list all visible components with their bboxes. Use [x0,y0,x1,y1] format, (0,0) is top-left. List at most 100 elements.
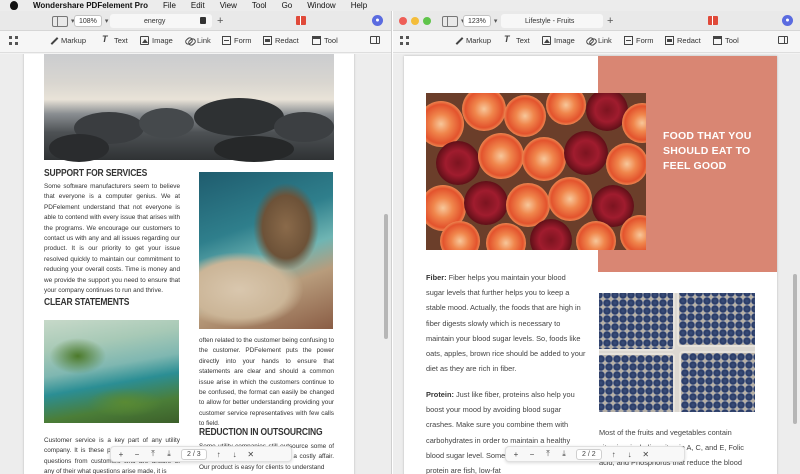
right-document-window: ▾ 123% ▾ Lifestyle - Fruits + ● Markup T… [393,11,800,474]
heading-reduction-outsourcing: REDUCTION IN OUTSOURCING [199,427,323,438]
pen-icon [49,36,58,45]
menu-go[interactable]: Go [282,1,293,10]
grid-icon [9,36,18,45]
close-window-button[interactable] [399,17,407,25]
tool-button[interactable]: Tool [312,36,338,45]
page-number-field[interactable]: 2 / 3 [181,448,207,460]
page-separator: / [192,450,195,458]
text-button[interactable]: Text [102,34,128,45]
zoom-in-button[interactable]: + [512,450,520,459]
minimize-window-button[interactable] [411,17,419,25]
total-pages: 3 [196,450,201,458]
form-button[interactable]: Form [222,36,252,45]
menu-file[interactable]: File [163,1,176,10]
close-navigator-button[interactable]: ✕ [642,450,650,459]
total-pages: 2 [591,450,596,458]
grid-icon [400,36,409,45]
prev-page-button[interactable]: ⤓ [560,449,568,459]
right-document-canvas[interactable]: FOOD THAT YOU SHOULD EAT TO FEEL GOOD Fi… [393,54,800,474]
menu-edit[interactable]: Edit [191,1,205,10]
left-scrollbar[interactable] [384,214,388,339]
up-arrow-button[interactable]: ↑ [610,450,618,459]
text-icon [102,34,111,45]
image-button[interactable]: Image [140,36,173,45]
zoom-in-button[interactable]: + [117,450,125,459]
form-label: Form [636,36,654,45]
redact-button[interactable]: Redact [263,36,299,45]
new-tab-plus-icon[interactable]: + [607,14,613,28]
markup-button[interactable]: Markup [49,36,86,45]
first-page-button[interactable]: ⤒ [544,449,552,459]
zoom-out-button[interactable]: − [528,450,536,459]
menu-app-name[interactable]: Wondershare PDFelement Pro [33,1,148,10]
menu-help[interactable]: Help [351,1,367,10]
zoom-out-button[interactable]: − [133,450,141,459]
menu-tool[interactable]: Tool [252,1,267,10]
user-avatar-icon[interactable]: ● [782,15,793,26]
sidebar-icon [442,15,458,27]
thumbnails-button[interactable] [400,36,409,45]
thumbnails-button[interactable] [9,36,18,45]
close-navigator-button[interactable]: ✕ [247,450,255,459]
zoom-window-button[interactable] [423,17,431,25]
form-button[interactable]: Form [624,36,654,45]
page-number-field[interactable]: 2 / 2 [576,448,602,460]
panel-icon [370,36,380,44]
right-zoom-select[interactable]: 123% [463,15,491,27]
link-label: Link [197,36,211,45]
left-zoom-select[interactable]: 108% [74,15,102,27]
left-sidebar-toggle[interactable]: ▾ [52,15,75,27]
tool-button[interactable]: Tool [713,36,739,45]
right-tab-lifestyle[interactable]: Lifestyle - Fruits [501,14,603,28]
image-label: Image [152,36,173,45]
right-panel-toggle[interactable] [778,36,788,44]
tool-label: Tool [324,36,338,45]
redact-button[interactable]: Redact [665,36,701,45]
toolbox-icon [312,36,321,45]
link-label: Link [598,36,612,45]
fiber-text: Fiber helps you maintain your blood suga… [426,273,586,374]
text-button[interactable]: Text [504,34,530,45]
new-tab-plus-icon[interactable]: + [217,14,223,28]
menu-window[interactable]: Window [307,1,335,10]
pdfelement-logo-icon[interactable] [296,16,306,25]
blueberries-photo [599,293,755,412]
form-label: Form [234,36,252,45]
redact-icon [263,36,272,45]
pdfelement-logo-icon[interactable] [708,16,718,25]
right-page-navigator: + − ⤒ ⤓ 2 / 2 ↑ ↓ ✕ [505,446,685,462]
heading-support-for-services: SUPPORT FOR SERVICES [44,168,148,179]
left-document-canvas[interactable]: SUPPORT FOR SERVICES Some software manuf… [0,54,391,474]
energy-page: SUPPORT FOR SERVICES Some software manuf… [24,54,354,474]
left-tab-energy[interactable]: energy [110,14,212,28]
first-page-button[interactable]: ⤒ [149,449,157,459]
apple-icon[interactable] [10,1,18,10]
right-sidebar-toggle[interactable]: ▾ [442,15,465,27]
form-icon [624,36,633,45]
left-document-window: ▾ 108% ▾ energy + ● Markup Text Image Li… [0,11,392,474]
panel-icon [778,36,788,44]
right-toolbar: Markup Text Image Link Form Redact Tool [393,31,800,53]
down-arrow-button[interactable]: ↓ [231,450,239,459]
prev-page-button[interactable]: ⤓ [165,449,173,459]
up-arrow-button[interactable]: ↑ [215,450,223,459]
image-button[interactable]: Image [542,36,575,45]
tab-title: energy [144,17,166,25]
right-panel-toggle[interactable] [370,36,380,44]
right-scrollbar[interactable] [793,274,797,424]
heading-clear-statements: CLEAR STATEMENTS [44,297,130,308]
down-arrow-button[interactable]: ↓ [626,450,634,459]
link-button[interactable]: Link [586,36,612,45]
markup-label: Markup [61,36,87,45]
menu-bar: Wondershare PDFelement Pro File Edit Vie… [0,0,800,11]
link-button[interactable]: Link [185,36,211,45]
lagoon-photo [44,320,179,423]
markup-button[interactable]: Markup [454,36,491,45]
page-separator: / [587,450,590,458]
paragraph-support: Some software manufacturers seem to beli… [44,183,180,295]
current-page: 2 [582,450,586,458]
redact-icon [665,36,674,45]
redact-label: Redact [275,36,299,45]
menu-view[interactable]: View [220,1,237,10]
user-avatar-icon[interactable]: ● [372,15,383,26]
